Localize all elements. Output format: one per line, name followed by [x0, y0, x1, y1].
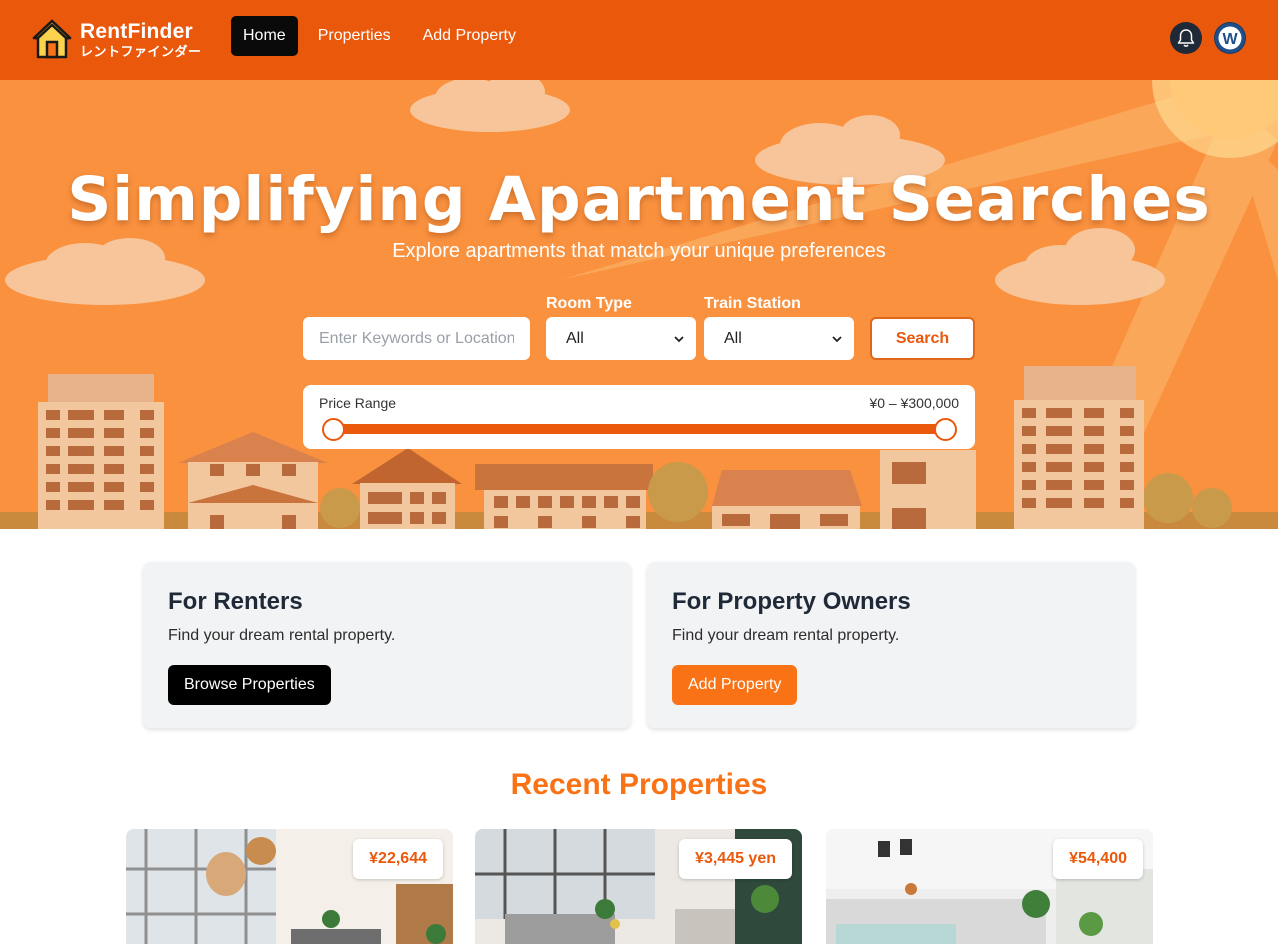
brand-name: RentFinder: [80, 19, 193, 43]
brand-logo[interactable]: RentFinder レントファインダー: [32, 18, 202, 60]
renters-card: For Renters Find your dream rental prope…: [143, 562, 631, 728]
train-station-label: Train Station: [704, 295, 801, 312]
price-min-handle[interactable]: [321, 418, 345, 441]
avatar-initial: W: [1222, 31, 1238, 48]
room-type-value: All: [566, 329, 584, 347]
keyword-search-input[interactable]: [303, 317, 530, 360]
train-station-select[interactable]: All: [704, 317, 854, 360]
owners-card-title: For Property Owners: [672, 588, 911, 615]
house-logo-icon: [32, 19, 72, 59]
renters-card-title: For Renters: [168, 588, 303, 615]
bell-icon: [1177, 29, 1195, 47]
property-price-tag: ¥3,445 yen: [679, 839, 792, 879]
nav-link-home[interactable]: Home: [231, 16, 298, 56]
price-range-track[interactable]: [331, 424, 947, 434]
nav-link-properties[interactable]: Properties: [306, 16, 403, 56]
renters-card-text: Find your dream rental property.: [168, 627, 396, 644]
property-card[interactable]: ¥54,400: [826, 829, 1153, 944]
owners-card-text: Find your dream rental property.: [672, 627, 900, 644]
browse-properties-button[interactable]: Browse Properties: [168, 665, 331, 705]
property-card[interactable]: ¥3,445 yen: [475, 829, 802, 944]
brand-subtitle: レントファインダー: [80, 43, 202, 59]
user-avatar[interactable]: W: [1214, 22, 1246, 54]
top-navbar: RentFinder レントファインダー Home Properties Add…: [0, 0, 1278, 80]
nav-right: W: [1170, 22, 1246, 54]
add-property-button[interactable]: Add Property: [672, 665, 798, 705]
search-button[interactable]: Search: [870, 317, 975, 360]
train-station-value: All: [724, 329, 742, 347]
nav-links: Home Properties Add Property: [231, 16, 536, 56]
hero-subtitle: Explore apartments that match your uniqu…: [392, 240, 886, 262]
notifications-button[interactable]: [1170, 22, 1202, 54]
property-card[interactable]: ¥22,644: [126, 829, 453, 944]
property-price-tag: ¥54,400: [1053, 839, 1143, 879]
hero-title: Simplifying Apartment Searches: [67, 164, 1211, 235]
room-type-select[interactable]: All: [546, 317, 696, 360]
chevron-down-icon: [674, 335, 684, 342]
nav-link-add-property[interactable]: Add Property: [411, 16, 528, 56]
avatar-icon: W: [1215, 23, 1245, 53]
price-range-label: Price Range: [319, 395, 397, 411]
search-form: Room Type All Train Station All Search: [303, 295, 975, 361]
chevron-down-icon: [832, 335, 842, 342]
recent-properties-title: Recent Properties: [510, 768, 768, 801]
hero-section: Simplifying Apartment Searches Explore a…: [0, 80, 1278, 529]
price-range-slider: Price Range ¥0 – ¥300,000: [303, 385, 975, 449]
owners-card: For Property Owners Find your dream rent…: [647, 562, 1135, 728]
room-type-label: Room Type: [546, 295, 632, 312]
property-price-tag: ¥22,644: [353, 839, 443, 879]
price-max-handle[interactable]: [933, 418, 957, 441]
price-range-value: ¥0 – ¥300,000: [869, 395, 959, 411]
